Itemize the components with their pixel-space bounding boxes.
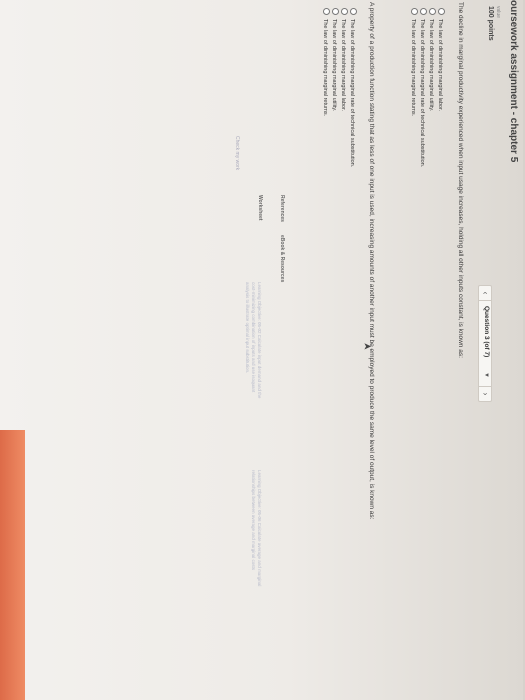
chevron-right-icon[interactable]: › <box>479 386 491 401</box>
mouse-cursor-icon: ➤ <box>363 341 372 353</box>
value-label: value <box>495 6 501 18</box>
q2-option-1[interactable]: The law of diminishing marginal rate of … <box>349 8 357 167</box>
radio-icon[interactable] <box>323 8 330 15</box>
radio-icon[interactable] <box>429 8 436 15</box>
radio-icon[interactable] <box>411 8 418 15</box>
learning-objective-2: Learning Objective: 05-06 Calculate aver… <box>250 470 262 586</box>
q1-option-3[interactable]: The law of diminishing marginal rate of … <box>419 8 427 167</box>
q1-option-4[interactable]: The law of diminishing marginal returns. <box>410 8 418 116</box>
lo2-line: relationships between average and margin… <box>251 470 256 571</box>
q1-option-label: The law of diminishing marginal labor. <box>437 19 443 112</box>
course-title: oursework assignment - chapter 5 <box>508 0 519 163</box>
q2-option-label: The law of diminishing marginal rate of … <box>349 19 355 168</box>
q2-option-label: The law of diminishing marginal labor. <box>340 19 346 112</box>
q2-option-2[interactable]: The law of diminishing marginal labor. <box>340 8 348 111</box>
q1-option-label: The law of diminishing marginal rate of … <box>419 19 425 168</box>
chevron-left-icon[interactable]: ‹ <box>479 286 491 301</box>
points-label: 100 points <box>487 6 494 41</box>
q2-option-label: The law of diminishing marginal utility. <box>331 19 337 112</box>
radio-icon[interactable] <box>350 8 357 15</box>
submit-bar[interactable] <box>0 430 25 700</box>
q2-option-3[interactable]: The law of diminishing marginal utility. <box>331 8 339 111</box>
q2-option-label: The law of diminishing marginal returns. <box>322 19 328 117</box>
references-tab[interactable]: References <box>279 195 285 222</box>
q1-option-label: The law of diminishing marginal returns. <box>410 19 416 117</box>
lo2-line: Learning Objective: 05-06 Calculate aver… <box>257 470 262 587</box>
photo-frame: oursework assignment - chapter 5 value 1… <box>0 0 525 700</box>
check-my-work-link[interactable]: Check my work <box>234 136 240 170</box>
caret-down-icon[interactable]: ▼ <box>483 372 489 378</box>
question-1-text: The decline in marginal productivity exp… <box>457 2 464 358</box>
lo1-line: cost-minimizing combination of inputs an… <box>251 282 256 393</box>
learning-objective-1: Learning Objective: 05-02 Calculate inpu… <box>244 282 262 398</box>
rotated-screen: oursework assignment - chapter 5 value 1… <box>0 0 525 700</box>
q1-option-label: The law of diminishing marginal utility. <box>428 19 434 112</box>
q2-option-4[interactable]: The law of diminishing marginal returns. <box>322 8 330 116</box>
question-counter[interactable]: Question 3 (of 7) <box>483 306 490 357</box>
q1-option-2[interactable]: The law of diminishing marginal utility. <box>428 8 436 111</box>
radio-icon[interactable] <box>332 8 339 15</box>
worksheet-tab[interactable]: Worksheet <box>257 195 263 220</box>
question-navigator: ‹ Question 3 (of 7) ▼ › <box>478 285 492 402</box>
radio-icon[interactable] <box>341 8 348 15</box>
question-2-text: A property of a production function stat… <box>368 2 375 520</box>
radio-icon[interactable] <box>438 8 445 15</box>
ebook-resources-tab[interactable]: eBook & Resources <box>279 235 285 282</box>
radio-icon[interactable] <box>420 8 427 15</box>
lo1-line: Learning Objective: 05-02 Calculate inpu… <box>257 282 262 399</box>
q1-option-1[interactable]: The law of diminishing marginal labor. <box>437 8 445 111</box>
